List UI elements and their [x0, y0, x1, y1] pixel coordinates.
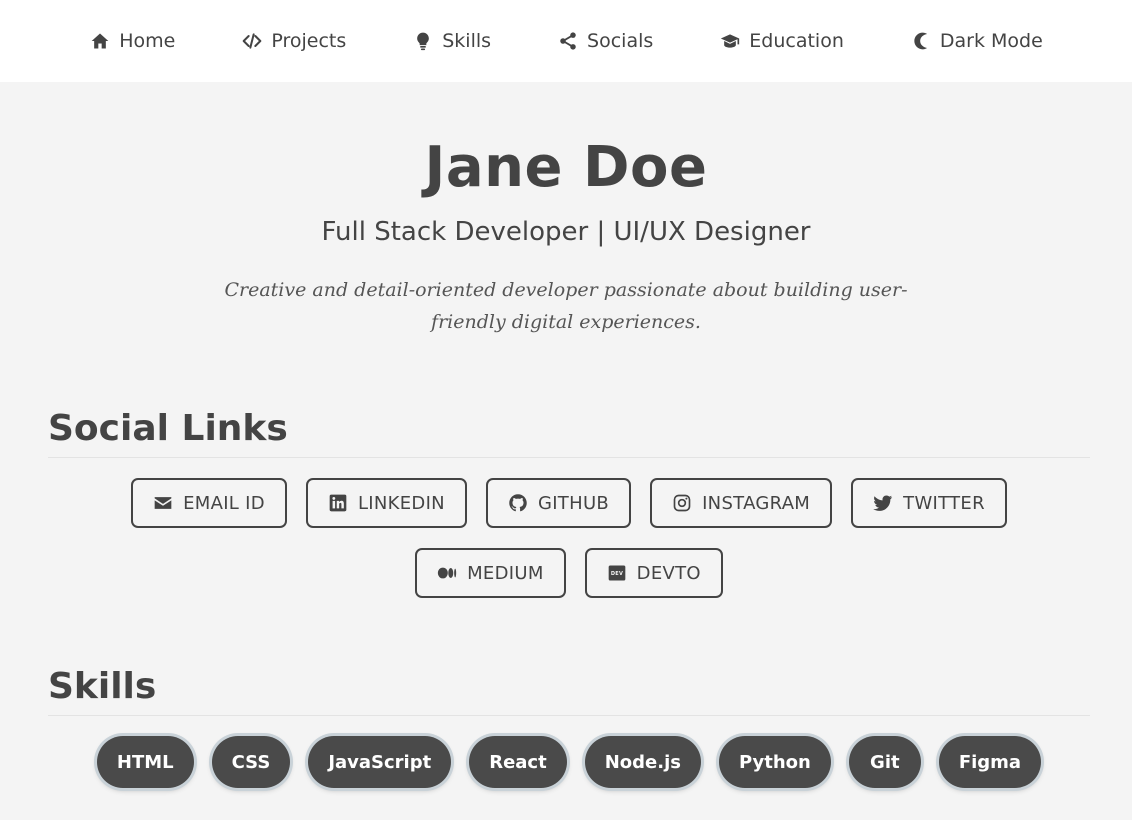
social-button-label: TWITTER — [903, 492, 985, 514]
nav-item-socials[interactable]: Socials — [557, 30, 653, 52]
graduation-cap-icon — [719, 30, 741, 52]
instagram-button[interactable]: INSTAGRAM — [650, 478, 833, 528]
nav-item-label: Socials — [587, 30, 654, 52]
moon-icon — [910, 30, 932, 52]
twitter-icon — [873, 495, 893, 511]
nav-item-projects[interactable]: Projects — [241, 30, 346, 52]
nav-item-skills[interactable]: Skills — [412, 30, 491, 52]
instagram-icon — [673, 494, 691, 512]
lightbulb-icon — [412, 30, 434, 52]
skill-pill: JavaScript — [308, 736, 452, 788]
hero-role: Full Stack Developer | UI/UX Designer — [321, 217, 811, 247]
social-button-label: DEVTO — [636, 562, 701, 584]
social-button-label: GITHUB — [537, 492, 610, 514]
hero-bio: Creative and detail-oriented developer p… — [224, 279, 908, 333]
skill-pill: Figma — [938, 736, 1042, 788]
skills-section: Skills HTML CSS JavaScript React Node.js… — [0, 666, 1132, 788]
skill-pill: Git — [848, 736, 921, 788]
nav-item-label: Education — [749, 30, 844, 52]
linkedin-button[interactable]: LINKEDIN — [305, 478, 467, 528]
social-button-label: LINKEDIN — [357, 492, 445, 514]
linkedin-icon — [329, 494, 347, 512]
home-icon — [89, 30, 111, 52]
email-button[interactable]: EMAIL ID — [131, 478, 287, 528]
github-icon — [509, 494, 527, 512]
share-icon — [557, 30, 579, 52]
skill-pill: HTML — [96, 736, 194, 788]
hero-name: Jane Doe — [424, 135, 708, 200]
hero: Jane Doe Full Stack Developer | UI/UX De… — [0, 82, 1132, 338]
section-title: Skills — [48, 666, 1090, 716]
devto-icon: DEV — [608, 565, 626, 581]
medium-button[interactable]: MEDIUM — [415, 548, 566, 598]
skill-pill: React — [469, 736, 567, 788]
svg-text:DEV: DEV — [611, 571, 623, 577]
skill-pill: Node.js — [584, 736, 701, 788]
nav-item-label: Home — [119, 30, 176, 52]
medium-icon — [437, 567, 457, 579]
nav-item-label: Dark Mode — [939, 30, 1043, 52]
social-links-section: Social Links EMAIL ID LINKEDIN GITHUB IN… — [0, 408, 1132, 598]
github-button[interactable]: GITHUB — [485, 478, 632, 528]
devto-button[interactable]: DEV DEVTO — [584, 548, 723, 598]
social-button-label: MEDIUM — [467, 562, 544, 584]
top-nav: Home Projects Skills Socials Education D… — [0, 0, 1132, 82]
code-icon — [241, 30, 263, 52]
nav-item-home[interactable]: Home — [89, 30, 175, 52]
skill-pill: Python — [718, 736, 831, 788]
skill-pill: CSS — [211, 736, 291, 788]
twitter-button[interactable]: TWITTER — [851, 478, 1007, 528]
nav-item-label: Projects — [271, 30, 347, 52]
section-title: Social Links — [48, 408, 1090, 458]
nav-item-label: Skills — [442, 30, 492, 52]
email-icon — [154, 497, 172, 509]
nav-item-dark-mode[interactable]: Dark Mode — [910, 30, 1043, 52]
nav-item-education[interactable]: Education — [719, 30, 844, 52]
social-links-list: EMAIL ID LINKEDIN GITHUB INSTAGRAM TWITT… — [48, 458, 1090, 598]
skills-list: HTML CSS JavaScript React Node.js Python… — [48, 716, 1090, 788]
social-button-label: INSTAGRAM — [702, 492, 811, 514]
social-button-label: EMAIL ID — [183, 492, 265, 514]
